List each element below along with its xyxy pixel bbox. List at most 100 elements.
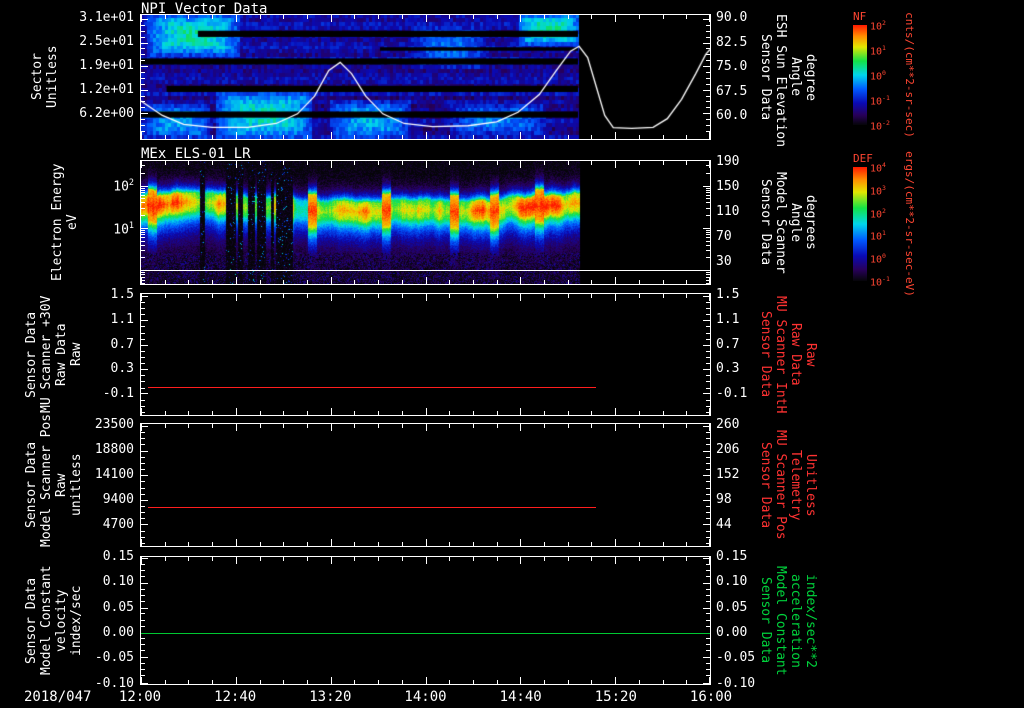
- tick-mark: [165, 424, 166, 428]
- tick-mark: [703, 113, 710, 114]
- tick-mark: [307, 411, 308, 415]
- axis-title-left: Sector Unitless: [30, 45, 60, 109]
- panel-mu-scanner-raw: [140, 293, 711, 416]
- y-tick-label: 3.1e+01: [79, 10, 134, 26]
- colorbar-tick-label: 102: [870, 19, 886, 33]
- axis-title-right: Sensor Data MU Scanner Pos Telemetry Uni…: [758, 430, 818, 540]
- tick-mark: [686, 135, 687, 139]
- tick-mark: [378, 411, 379, 415]
- tick-mark: [165, 557, 166, 561]
- tick-mark: [706, 257, 710, 258]
- tick-mark: [141, 644, 145, 645]
- tick-mark: [307, 557, 308, 561]
- axis-title-left: Sensor Data Model Scanner Pos Raw unitle…: [24, 413, 84, 547]
- tick-mark: [236, 539, 237, 546]
- tick-mark: [703, 657, 710, 658]
- tick-mark: [141, 537, 145, 538]
- tick-mark: [212, 680, 213, 684]
- tick-mark: [378, 161, 379, 165]
- tick-mark: [354, 411, 355, 415]
- colorbar-unit-label: ergs/(cm**2-sr-sec-eV): [903, 151, 916, 297]
- tick-mark: [473, 424, 474, 428]
- tick-mark: [141, 250, 145, 251]
- tick-mark: [568, 411, 569, 415]
- tick-mark: [283, 411, 284, 415]
- x-tick-label: 12:00: [118, 689, 162, 705]
- tick-mark: [568, 135, 569, 139]
- tick-mark: [706, 274, 710, 275]
- tick-mark: [141, 119, 145, 120]
- tick-mark: [706, 650, 710, 651]
- tick-mark: [165, 15, 166, 19]
- tick-mark: [141, 198, 145, 199]
- tick-mark: [497, 557, 498, 561]
- tick-mark: [354, 424, 355, 428]
- tick-mark: [706, 675, 710, 676]
- tick-mark: [706, 506, 710, 507]
- tick-mark: [497, 294, 498, 298]
- tick-mark: [706, 96, 710, 97]
- tick-mark: [141, 230, 145, 231]
- tick-mark: [354, 557, 355, 561]
- tick-mark: [706, 438, 710, 439]
- tick-mark: [188, 542, 189, 546]
- tick-mark: [141, 25, 145, 26]
- tick-mark: [165, 294, 166, 298]
- tick-mark: [706, 241, 710, 242]
- tick-mark: [639, 135, 640, 139]
- tick-mark: [591, 280, 592, 284]
- tick-mark: [706, 131, 710, 132]
- tick-mark: [141, 245, 145, 246]
- tick-mark: [497, 680, 498, 684]
- tick-mark: [283, 557, 284, 561]
- tick-mark: [706, 107, 710, 108]
- tick-mark: [706, 25, 710, 26]
- tick-mark: [706, 195, 710, 196]
- tick-mark: [141, 31, 145, 32]
- x-tick-label: 15:20: [594, 689, 637, 705]
- tick-mark: [236, 277, 237, 284]
- tick-mark: [141, 475, 148, 476]
- tick-mark: [663, 161, 664, 165]
- tick-mark: [307, 294, 308, 298]
- tick-mark: [568, 161, 569, 165]
- tick-mark: [236, 161, 237, 168]
- colorbar-unit-label: cnts/(cm**2-sr-sec): [903, 12, 916, 138]
- tick-mark: [236, 557, 237, 564]
- tick-mark: [449, 680, 450, 684]
- plot-window: NPI Vector Data MEx ELS-01 LR 2018/047 3…: [0, 0, 1024, 708]
- tick-mark: [473, 680, 474, 684]
- tick-mark: [686, 161, 687, 165]
- tick-mark: [568, 294, 569, 298]
- tick-mark: [141, 345, 148, 346]
- tick-mark: [544, 680, 545, 684]
- tick-mark: [141, 576, 145, 577]
- tick-mark: [307, 542, 308, 546]
- tick-mark: [639, 680, 640, 684]
- tick-mark: [663, 280, 664, 284]
- tick-mark: [378, 542, 379, 546]
- tick-mark: [703, 683, 710, 684]
- tick-mark: [188, 411, 189, 415]
- tick-mark: [497, 161, 498, 165]
- tick-mark: [520, 424, 521, 431]
- tick-mark: [497, 15, 498, 19]
- tick-mark: [378, 424, 379, 428]
- tick-mark: [639, 411, 640, 415]
- tick-mark: [426, 539, 427, 546]
- tick-mark: [703, 369, 710, 370]
- tick-mark: [141, 388, 145, 389]
- tick-mark: [615, 408, 616, 415]
- tick-mark: [544, 424, 545, 428]
- tick-mark: [473, 280, 474, 284]
- tick-mark: [706, 234, 710, 235]
- tick-mark: [544, 161, 545, 165]
- tick-mark: [615, 539, 616, 546]
- tick-mark: [141, 564, 145, 565]
- tick-mark: [426, 677, 427, 684]
- tick-mark: [591, 557, 592, 561]
- tick-mark: [141, 570, 145, 571]
- tick-mark: [591, 135, 592, 139]
- tick-mark: [141, 595, 145, 596]
- y-tick-label: 6.2e+00: [79, 106, 134, 122]
